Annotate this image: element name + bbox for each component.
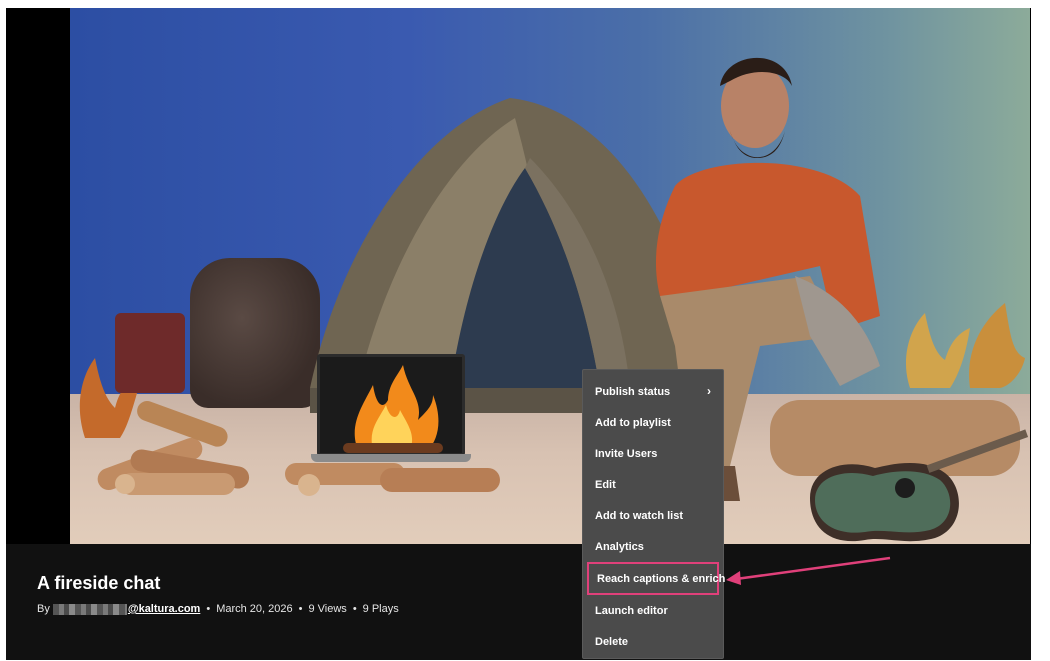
fire-icon [343,365,443,453]
menu-item-label: Delete [595,635,629,648]
menu-item-add-to-watch-list[interactable]: Add to watch list [583,500,723,531]
play-count: 9 Plays [362,603,399,615]
media-title: A fireside chat [37,573,161,593]
menu-item-reach-captions-enrich[interactable]: Reach captions & enrich [587,562,725,595]
by-label: By [37,603,50,615]
menu-item-label: Invite Users [595,447,658,460]
menu-item-label: Analytics [595,540,644,553]
laptop-base [311,454,471,462]
author-link[interactable]: @kaltura.com [128,603,200,615]
separator: • [206,603,211,615]
menu-item-label: Add to watch list [595,509,683,522]
chevron-right-icon: › [707,384,711,398]
plant-right [905,303,1025,388]
menu-item-label: Publish status [595,385,671,398]
menu-item-label: Launch editor [595,604,668,617]
menu-item-add-to-playlist[interactable]: Add to playlist [583,407,723,438]
menu-item-label: Reach captions & enrich [597,572,726,585]
redacted-author-name [52,603,127,615]
menu-item-delete[interactable]: Delete [583,626,723,657]
firewood-left [97,401,250,495]
menu-item-label: Edit [595,478,616,491]
menu-item-edit[interactable]: Edit [583,469,723,500]
separator: • [298,603,303,615]
actions-menu: Publish status › Add to playlist Invite … [582,369,725,659]
menu-item-launch-editor[interactable]: Launch editor [583,595,723,626]
guitar [810,429,1029,542]
annotation-arrow-icon [726,556,891,585]
separator: • [352,603,357,615]
menu-item-label: Add to playlist [595,416,671,429]
menu-item-analytics[interactable]: Analytics [583,531,723,562]
red-bucket [115,313,185,393]
menu-item-publish-status[interactable]: Publish status › [583,376,723,407]
video-player[interactable] [70,8,1030,544]
view-count: 9 Views [308,603,347,615]
laptop [311,354,471,469]
laptop-screen [317,354,465,456]
menu-item-invite-users[interactable]: Invite Users [583,438,723,469]
publish-date: March 20, 2026 [216,603,293,615]
media-meta: By @kaltura.com • March 20, 2026 • 9 Vie… [37,603,399,615]
